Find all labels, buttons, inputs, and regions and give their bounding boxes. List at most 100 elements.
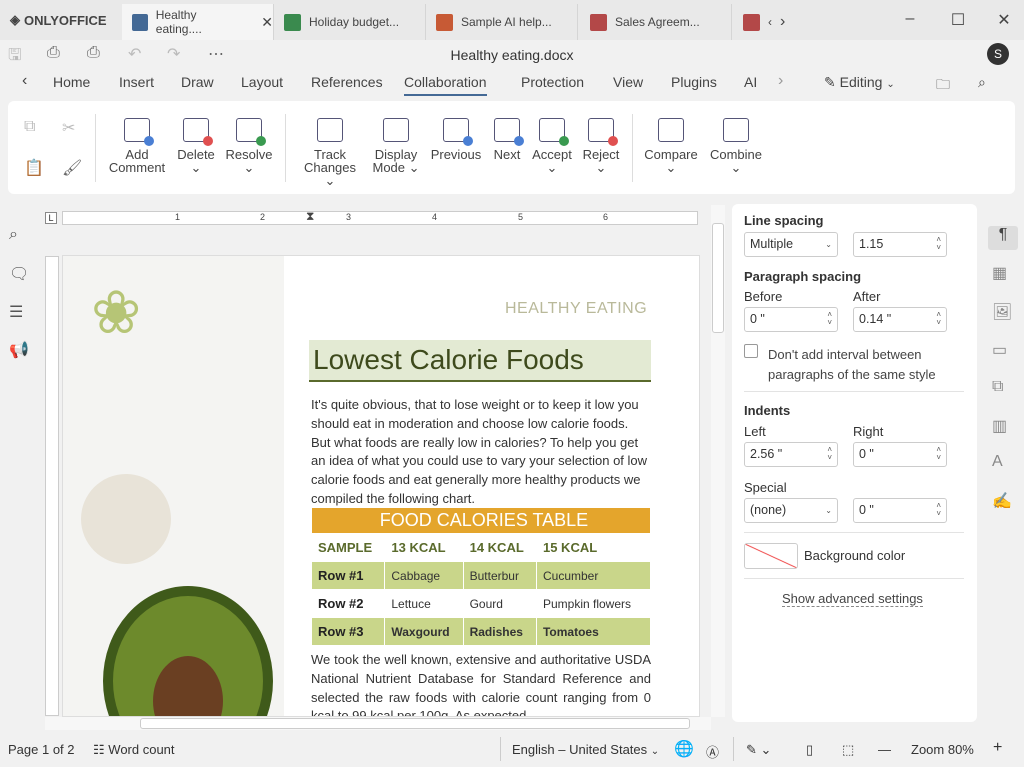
spinner-icon[interactable]: ˄ ˅ <box>936 446 941 462</box>
line-spacing-label: Line spacing <box>744 213 824 228</box>
spinner-icon[interactable]: ˄ ˅ <box>936 236 941 252</box>
background-color-picker[interactable] <box>744 543 798 569</box>
tabs-scroll-left-icon[interactable]: ‹ <box>768 15 772 29</box>
close-window-icon[interactable]: ✕ <box>994 10 1014 30</box>
zoom-in-icon[interactable]: + <box>993 739 1002 757</box>
zoom-out-icon[interactable]: — <box>878 742 891 757</box>
tab-plugins[interactable]: Plugins <box>671 74 717 90</box>
left-indent-input[interactable]: 2.56 " ˄ ˅ <box>744 442 838 467</box>
spell-check-icon[interactable]: Ⓐ <box>706 742 719 761</box>
format-painter-icon[interactable]: 🖌 <box>62 158 82 178</box>
table-cell: Gourd <box>462 589 537 618</box>
tabs-scroll-right-icon[interactable]: › <box>780 13 785 31</box>
tab-protection[interactable]: Protection <box>521 74 584 90</box>
special-indent-label: Special <box>744 480 787 495</box>
paste-icon[interactable]: 📋 <box>24 158 44 178</box>
special-indent-select[interactable]: (none) ⌄ <box>744 498 838 523</box>
add-comment-button[interactable]: Add Comment <box>107 118 167 174</box>
close-tab-icon[interactable]: ✕ <box>261 14 273 31</box>
resolve-button[interactable]: Resolve ⌄ <box>219 118 279 174</box>
cut-icon[interactable]: ✂ <box>62 118 75 138</box>
compare-button[interactable]: Compare ⌄ <box>641 118 701 174</box>
tab-view[interactable]: View <box>613 74 643 90</box>
vertical-ruler[interactable] <box>45 256 59 716</box>
avatar[interactable]: S <box>987 43 1009 65</box>
reject-button[interactable]: Reject ⌄ <box>571 118 631 174</box>
word-count-button[interactable]: ☷ Word count <box>93 742 175 758</box>
open-file-location-icon[interactable]: 🗀 <box>936 74 950 98</box>
editing-mode-dropdown[interactable]: ✎ Editing ⌄ <box>824 74 895 91</box>
delete-button[interactable]: Delete ⌄ <box>166 118 226 174</box>
spinner-icon[interactable]: ˄ ˅ <box>827 311 832 327</box>
input-value: 0 " <box>859 447 874 461</box>
menu-scroll-right-icon[interactable]: › <box>778 72 783 90</box>
paragraph-settings-icon[interactable]: ¶ <box>988 226 1018 250</box>
tab-layout[interactable]: Layout <box>241 74 283 90</box>
track-changes-button[interactable]: Track Changes ⌄ <box>300 118 360 187</box>
add-icon <box>124 118 154 146</box>
tab-collaboration[interactable]: Collaboration <box>404 74 487 96</box>
file-tab-sales-agreement[interactable]: Sales Agreem... <box>580 4 732 40</box>
tab-stop-selector[interactable]: L <box>45 212 57 224</box>
maximize-icon[interactable]: ☐ <box>948 10 968 30</box>
horizontal-ruler[interactable]: 1 2 3 4 5 6 ⧗ <box>62 209 698 225</box>
right-indent-input[interactable]: 0 " ˄ ˅ <box>853 442 947 467</box>
minimize-icon[interactable]: – <box>900 10 920 28</box>
tab-home[interactable]: Home <box>53 74 90 90</box>
chart-settings-icon[interactable]: ▥ <box>992 416 1007 436</box>
combine-button[interactable]: Combine ⌄ <box>706 118 766 174</box>
fit-width-icon[interactable]: ⬚ <box>842 742 854 758</box>
tab-insert[interactable]: Insert <box>119 74 154 90</box>
indents-label: Indents <box>744 403 791 418</box>
document-title-heading: Lowest Calorie Foods <box>309 340 651 382</box>
horizontal-scrollbar[interactable] <box>45 717 711 730</box>
display-mode-button[interactable]: Display Mode ⌄ <box>366 118 426 174</box>
spacing-before-input[interactable]: 0 " ˄ ˅ <box>744 307 838 332</box>
page-indicator[interactable]: Page 1 of 2 <box>8 742 75 757</box>
fit-page-icon[interactable]: ▯ <box>806 742 813 758</box>
language-select[interactable]: English – United States ⌄ <box>512 742 659 757</box>
signature-settings-icon[interactable]: ✍ <box>992 491 1012 511</box>
search-icon[interactable]: ⌕ <box>978 74 986 91</box>
vertical-scrollbar[interactable] <box>711 205 725 717</box>
label-line: Don't add interval between <box>768 347 922 362</box>
tab-draw[interactable]: Draw <box>181 74 214 90</box>
track-changes-icon[interactable]: ✎ ⌄ <box>746 742 771 758</box>
line-spacing-value-input[interactable]: 1.15 ˄ ˅ <box>853 232 947 257</box>
spinner-icon[interactable]: ˄ ˅ <box>827 446 832 462</box>
line-spacing-type-select[interactable]: Multiple ⌄ <box>744 232 838 257</box>
tab-ai[interactable]: AI <box>744 74 757 90</box>
text-art-settings-icon[interactable]: A <box>992 453 1003 471</box>
file-tab-sample-ai[interactable]: Sample AI help... <box>426 4 578 40</box>
globe-icon[interactable]: 🌐 <box>674 739 694 759</box>
navigation-icon[interactable]: ☰ <box>9 302 23 322</box>
image-settings-icon[interactable]: 🖼 <box>992 302 1012 322</box>
spinner-icon[interactable]: ˄ ˅ <box>936 502 941 518</box>
table-cell: Pumpkin flowers <box>535 589 652 618</box>
header-footer-settings-icon[interactable]: ▭ <box>992 340 1007 360</box>
show-advanced-settings-link[interactable]: Show advanced settings <box>782 591 923 607</box>
spinner-icon[interactable]: ˄ ˅ <box>936 311 941 327</box>
spacing-after-input[interactable]: 0.14 " ˄ ˅ <box>853 307 947 332</box>
file-tab-healthy-eating[interactable]: Healthy eating.... ✕ <box>122 4 274 40</box>
table-settings-icon[interactable]: ▦ <box>992 263 1007 283</box>
tab-references[interactable]: References <box>311 74 383 90</box>
input-value: 0 " <box>859 503 874 517</box>
find-icon[interactable]: ⌕ <box>9 226 18 244</box>
file-tab-holiday-budget[interactable]: Holiday budget... <box>274 4 426 40</box>
body-paragraph: We took the well known, extensive and au… <box>311 652 651 717</box>
table-header: 15 KCAL <box>535 533 652 562</box>
indent-marker[interactable]: ⧗ <box>306 209 314 224</box>
copy-icon[interactable]: ⧉ <box>24 118 35 136</box>
file-tab-overflow[interactable]: ‹ › <box>733 4 813 40</box>
zoom-level[interactable]: Zoom 80% <box>911 742 974 757</box>
table-cell: Cabbage <box>384 561 464 590</box>
feedback-icon[interactable]: 📢 <box>9 340 29 360</box>
no-interval-checkbox[interactable] <box>744 344 758 358</box>
menu-scroll-left-icon[interactable]: ‹ <box>22 72 27 90</box>
shape-settings-icon[interactable]: ⧉ <box>992 378 1003 396</box>
comments-icon[interactable]: 🗨 <box>9 264 29 284</box>
document-page[interactable]: ❀ HEALTHY EATING Lowest Calorie Foods It… <box>62 255 700 717</box>
special-indent-value-input[interactable]: 0 " ˄ ˅ <box>853 498 947 523</box>
no-interval-label[interactable]: Don't add interval between paragraphs of … <box>768 345 936 385</box>
